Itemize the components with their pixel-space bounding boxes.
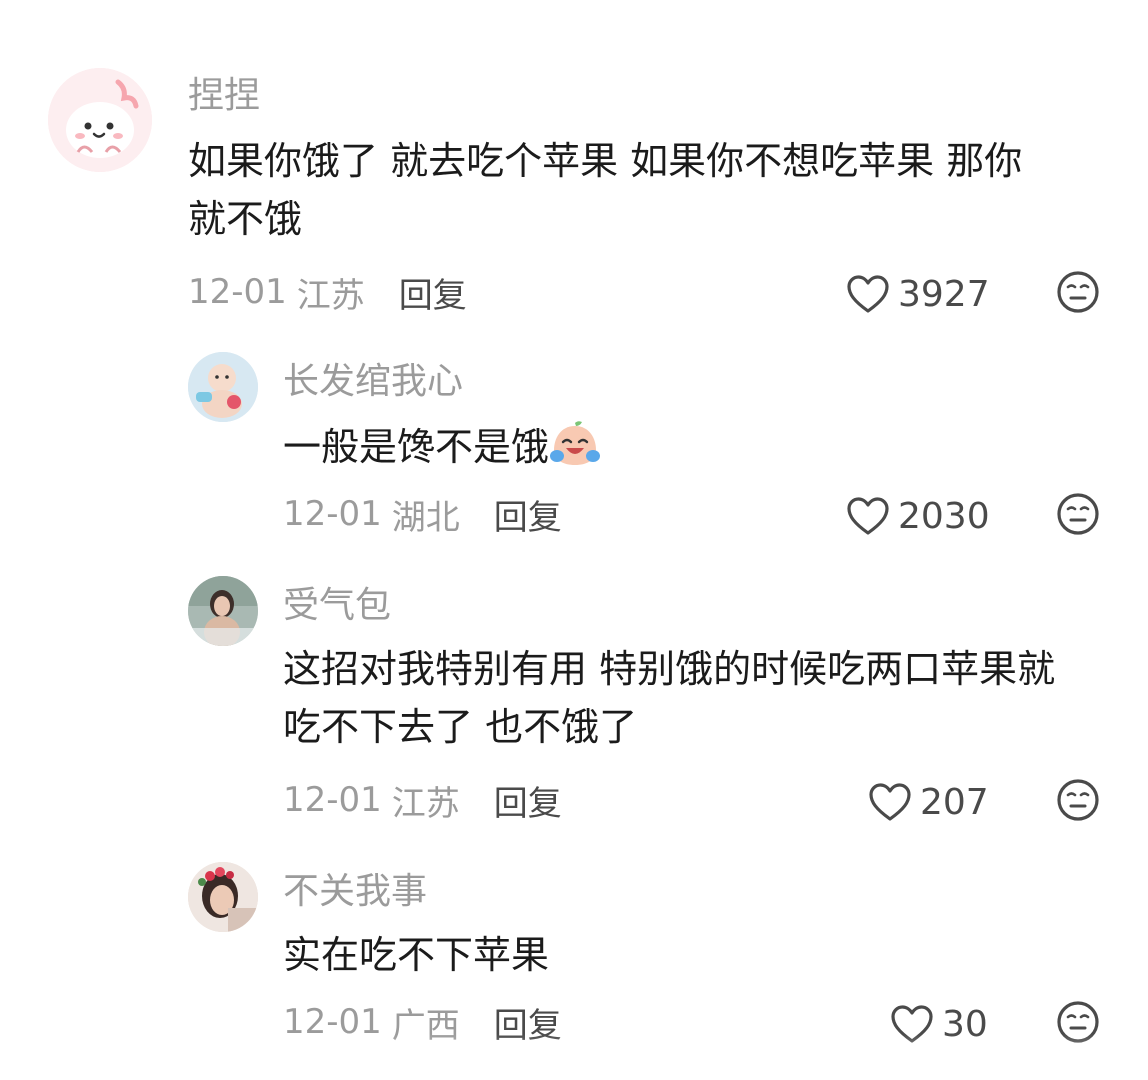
heart-outline-icon [869,783,911,821]
comment-list: 捏捏 如果你饿了 就去吃个苹果 如果你不想吃苹果 那你 就不饿 12-01 江苏… [0,0,1148,1080]
avatar[interactable] [188,862,258,932]
comment-text-content: 一般是馋不是饿 [283,425,550,469]
comment-username[interactable]: 捏捏 [188,74,260,118]
like-button[interactable]: 30 [890,1002,988,1046]
reply-button[interactable]: 回复 [494,998,562,1047]
like-count: 2030 [898,495,990,537]
avatar[interactable] [48,68,152,172]
reply-button[interactable]: 回复 [494,490,562,539]
neutral-face-icon[interactable] [1056,492,1100,536]
comment-date: 12-01 [283,1002,382,1042]
comment-text: 实在吃不下苹果 [283,933,550,977]
like-count: 30 [942,1003,988,1045]
avatar-photo-icon [188,862,258,932]
comment-text: 这招对我特别有用 特别饿的时候吃两口苹果就 吃不下去了 也不饿了 [283,647,1056,749]
comment-location: 江苏 [296,275,365,316]
reply-button[interactable]: 回复 [399,268,467,317]
neutral-face-icon[interactable] [1056,778,1100,822]
avatar-photo-icon [188,576,258,646]
like-count: 3927 [898,273,990,315]
comment-text: 一般是馋不是饿 [283,418,1103,476]
avatar[interactable] [188,576,258,646]
like-count: 207 [920,781,989,823]
comment-text: 如果你饿了 就去吃个苹果 如果你不想吃苹果 那你 就不饿 [188,139,1023,241]
comment-meta: 12-01 江苏 回复 [188,268,467,317]
avatar-cartoon-icon [48,68,152,172]
neutral-face-icon[interactable] [1056,1000,1100,1044]
heart-outline-icon [891,1005,933,1043]
laughing-crying-emoji [550,421,601,465]
heart-outline-icon [847,275,889,313]
like-button[interactable]: 2030 [846,494,990,538]
comment-date: 12-01 [283,780,382,820]
comment-date: 12-01 [283,494,382,534]
comment-location: 江苏 [391,783,460,824]
neutral-face-icon[interactable] [1056,270,1100,314]
comment-meta: 12-01 湖北 回复 [283,490,562,539]
like-button[interactable]: 207 [868,780,989,824]
comment-meta: 12-01 江苏 回复 [283,776,562,825]
comment-username[interactable]: 长发绾我心 [283,360,463,404]
heart-outline-icon [847,497,889,535]
like-button[interactable]: 3927 [846,272,990,316]
comment-meta: 12-01 广西 回复 [283,998,562,1047]
comment-location: 广西 [391,1005,460,1046]
comment-username[interactable]: 受气包 [283,584,391,628]
comment-username[interactable]: 不关我事 [283,870,427,914]
comment-date: 12-01 [188,272,287,312]
avatar[interactable] [188,352,258,422]
avatar-photo-icon [188,352,258,422]
reply-button[interactable]: 回复 [494,776,562,825]
comment-location: 湖北 [391,497,460,538]
